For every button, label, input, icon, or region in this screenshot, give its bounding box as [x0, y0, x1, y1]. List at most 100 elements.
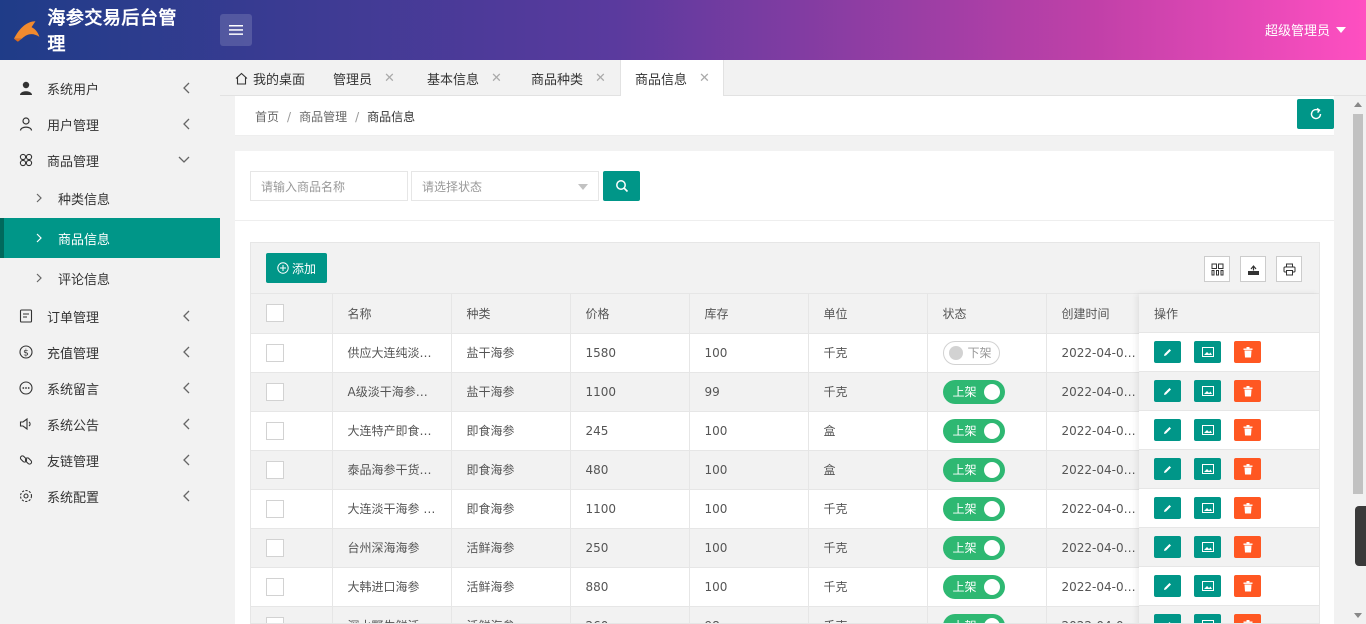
refresh-button[interactable] — [1297, 99, 1334, 129]
column-header-category[interactable]: 种类 — [451, 294, 571, 334]
sidebar-subitem-product-info[interactable]: 商品信息 — [0, 218, 220, 258]
delete-button[interactable] — [1234, 575, 1261, 597]
breadcrumb-home[interactable]: 首页 — [255, 110, 279, 124]
close-icon[interactable]: ✕ — [699, 71, 710, 86]
image-button[interactable] — [1194, 497, 1221, 519]
row-checkbox[interactable] — [266, 538, 284, 557]
row-checkbox[interactable] — [266, 499, 284, 518]
image-icon — [1201, 503, 1214, 513]
image-button[interactable] — [1194, 575, 1221, 597]
menu-toggle-button[interactable] — [220, 14, 252, 46]
row-checkbox[interactable] — [266, 382, 284, 401]
sidebar-item-system-users[interactable]: 系统用户 — [0, 70, 220, 106]
tab-basic-info[interactable]: 基本信息 ✕ — [427, 60, 502, 96]
sidebar-item-link-management[interactable]: 友链管理 — [0, 442, 220, 478]
row-checkbox[interactable] — [266, 616, 284, 623]
cell-unit: 千克 — [808, 333, 928, 373]
product-name-input[interactable]: 请输入商品名称 — [250, 171, 408, 201]
delete-button[interactable] — [1234, 497, 1261, 519]
image-button[interactable] — [1194, 536, 1221, 558]
close-icon[interactable]: ✕ — [595, 71, 606, 86]
side-widget-tab[interactable] — [1355, 506, 1366, 566]
sidebar-item-label: 订单管理 — [47, 310, 100, 326]
sidebar-subitem-review-info[interactable]: 评论信息 — [0, 258, 220, 298]
image-button[interactable] — [1194, 419, 1221, 441]
column-header-price[interactable]: 价格 — [570, 294, 690, 334]
row-checkbox[interactable] — [266, 577, 284, 596]
status-toggle[interactable]: 上架 — [942, 418, 1005, 443]
column-header-status[interactable]: 状态 — [927, 294, 1047, 334]
cell-stock: 100 — [689, 411, 809, 451]
sidebar-item-product-management[interactable]: 商品管理 — [0, 142, 220, 178]
delete-button[interactable] — [1234, 380, 1261, 402]
cell-status: 上架 — [927, 528, 1047, 568]
image-button[interactable] — [1194, 380, 1221, 402]
status-toggle[interactable]: 上架 — [942, 457, 1005, 482]
column-header-stock[interactable]: 库存 — [689, 294, 809, 334]
delete-button[interactable] — [1234, 458, 1261, 480]
chevron-left-icon — [183, 418, 190, 430]
tab-product-info[interactable]: 商品信息 ✕ — [620, 60, 724, 97]
delete-button[interactable] — [1234, 419, 1261, 441]
edit-button[interactable] — [1154, 497, 1181, 519]
close-icon[interactable]: ✕ — [491, 71, 502, 86]
row-checkbox[interactable] — [266, 460, 284, 479]
cell-price: 480 — [570, 450, 690, 490]
scroll-thumb[interactable] — [1353, 114, 1363, 494]
column-header-unit[interactable]: 单位 — [808, 294, 928, 334]
edit-button[interactable] — [1154, 419, 1181, 441]
tab-admin[interactable]: 管理员 ✕ — [333, 60, 395, 96]
sidebar-item-order-management[interactable]: 订单管理 — [0, 298, 220, 334]
tab-product-category[interactable]: 商品种类 ✕ — [531, 60, 606, 96]
column-header-created[interactable]: 创建时间 — [1046, 294, 1140, 334]
image-button[interactable] — [1194, 458, 1221, 480]
search-button[interactable] — [603, 171, 640, 201]
sidebar-item-system-config[interactable]: 系统配置 — [0, 478, 220, 514]
sidebar-item-recharge-management[interactable]: $ 充值管理 — [0, 334, 220, 370]
tab-my-desktop[interactable]: 我的桌面 — [235, 60, 305, 96]
sidebar-item-system-announcements[interactable]: 系统公告 — [0, 406, 220, 442]
sidebar-subitem-category-info[interactable]: 种类信息 — [0, 178, 220, 218]
delete-button[interactable] — [1234, 614, 1261, 623]
breadcrumb-product-management[interactable]: 商品管理 — [299, 110, 347, 124]
flower-icon — [18, 152, 34, 168]
edit-button[interactable] — [1154, 341, 1181, 363]
cell-price: 260 — [570, 606, 690, 623]
scroll-up-icon[interactable] — [1354, 102, 1362, 107]
column-header-name[interactable]: 名称 — [332, 294, 452, 334]
status-toggle[interactable]: 下架 — [942, 340, 1000, 365]
refresh-icon — [1310, 107, 1321, 120]
edit-button[interactable] — [1154, 614, 1181, 623]
edit-button[interactable] — [1154, 536, 1181, 558]
cell-price: 1580 — [570, 333, 690, 373]
edit-button[interactable] — [1154, 575, 1181, 597]
image-button[interactable] — [1194, 614, 1221, 623]
row-checkbox[interactable] — [266, 421, 284, 440]
export-button[interactable] — [1240, 256, 1266, 282]
add-button[interactable]: 添加 — [266, 253, 327, 283]
select-all-checkbox[interactable] — [266, 304, 284, 323]
sidebar-item-system-messages[interactable]: 系统留言 — [0, 370, 220, 406]
print-button[interactable] — [1276, 256, 1302, 282]
status-toggle[interactable]: 上架 — [942, 535, 1005, 560]
image-icon — [1201, 581, 1214, 591]
sidebar-item-user-management[interactable]: 用户管理 — [0, 106, 220, 142]
status-select[interactable]: 请选择状态 — [411, 171, 599, 201]
edit-button[interactable] — [1154, 380, 1181, 402]
cell-unit: 盒 — [808, 450, 928, 490]
cell-price: 880 — [570, 567, 690, 607]
user-menu[interactable]: 超级管理员 — [1265, 20, 1346, 39]
image-button[interactable] — [1194, 341, 1221, 363]
delete-button[interactable] — [1234, 341, 1261, 363]
status-toggle[interactable]: 上架 — [942, 379, 1005, 404]
row-checkbox[interactable] — [266, 343, 284, 362]
status-toggle[interactable]: 上架 — [942, 496, 1005, 521]
status-toggle[interactable]: 上架 — [942, 574, 1005, 599]
edit-button[interactable] — [1154, 458, 1181, 480]
status-toggle[interactable]: 上架 — [942, 613, 1005, 623]
toggle-knob — [983, 500, 1000, 517]
scroll-down-icon[interactable] — [1354, 613, 1362, 618]
columns-filter-button[interactable] — [1204, 256, 1230, 282]
close-icon[interactable]: ✕ — [384, 71, 395, 86]
delete-button[interactable] — [1234, 536, 1261, 558]
